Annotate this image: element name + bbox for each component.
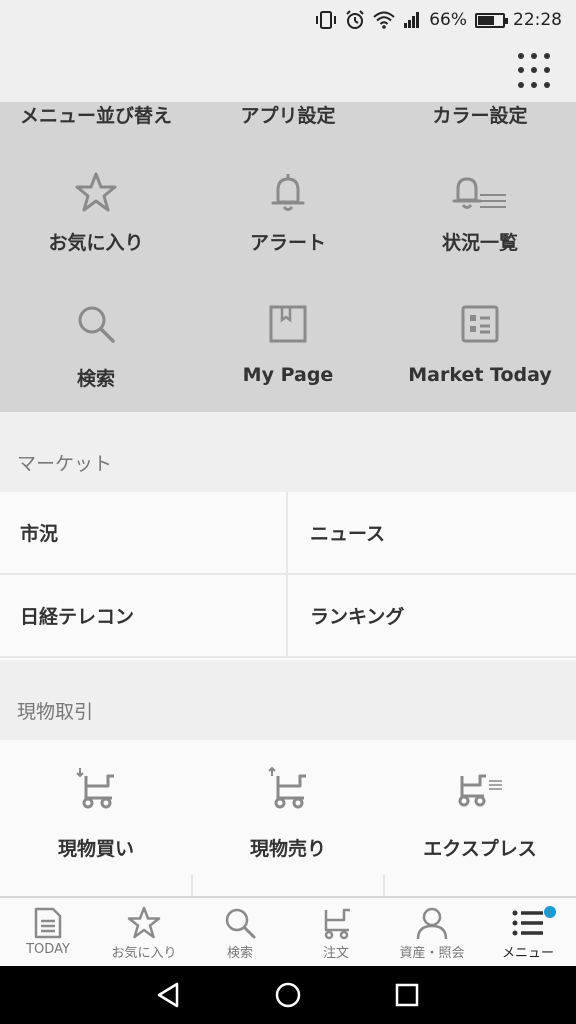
- panel-item-label: 検索: [76, 368, 115, 390]
- star-icon: [75, 172, 117, 212]
- panel-item-label: Market Today: [408, 364, 552, 386]
- person-icon: [416, 907, 448, 940]
- market-item-nikkei-telecom[interactable]: 日経テレコン: [0, 575, 288, 658]
- panel-item-alert[interactable]: アラート: [192, 132, 384, 268]
- panel-item-status-list[interactable]: 状況一覧: [384, 132, 576, 268]
- nav-assets[interactable]: 資産・照会: [384, 898, 480, 966]
- menu-list-icon: [512, 910, 543, 936]
- back-icon[interactable]: [155, 981, 183, 1009]
- bottom-nav: TODAY お気に入り 検索 注文 資産・照会 メニュー: [0, 896, 576, 966]
- market-item-ranking[interactable]: ランキング: [288, 575, 576, 658]
- settings-panel: メニュー並び替え アプリ設定 カラー設定 お気に入り アラート 状況一覧 検索 …: [0, 102, 576, 412]
- grid-menu-icon[interactable]: [518, 53, 554, 89]
- cart-sell-icon: [268, 766, 306, 809]
- panel-item-market-today[interactable]: Market Today: [384, 268, 576, 404]
- search-icon: [225, 908, 256, 939]
- clock: 22:28: [513, 10, 562, 30]
- search-icon: [78, 306, 115, 343]
- battery-percent: 66%: [429, 10, 467, 30]
- spot-trading-section-title: 現物取引: [0, 660, 576, 740]
- market-item-news[interactable]: ニュース: [288, 492, 576, 575]
- spot-sell-button[interactable]: 現物売り: [192, 740, 384, 896]
- bell-list-icon: [452, 177, 506, 209]
- market-grid: 市況 ニュース 日経テレコン ランキング: [0, 492, 576, 660]
- spot-item-label: エクスプレス: [423, 838, 537, 860]
- nav-label: 資産・照会: [399, 946, 465, 961]
- spot-buy-button[interactable]: 現物買い: [0, 740, 192, 896]
- signal-icon: [403, 11, 421, 29]
- nav-label: お気に入り: [111, 946, 177, 961]
- cart-express-icon: [458, 774, 502, 807]
- alarm-icon: [345, 10, 365, 30]
- panel-item-label: アラート: [249, 232, 326, 254]
- status-bar: 66% 22:28: [0, 0, 576, 40]
- spot-trading-grid: 現物買い 現物売り エクスプレス: [0, 740, 576, 896]
- notification-dot: [544, 906, 556, 918]
- panel-item-favorites[interactable]: お気に入り: [0, 132, 192, 268]
- today-document-icon: [34, 907, 62, 939]
- battery-icon: [475, 12, 508, 28]
- color-settings-link[interactable]: カラー設定: [384, 102, 576, 132]
- spot-grid-dividers: [0, 874, 576, 896]
- panel-item-label: お気に入り: [48, 232, 144, 254]
- cart-buy-icon: [76, 768, 114, 809]
- market-item-conditions[interactable]: 市況: [0, 492, 288, 575]
- nav-today[interactable]: TODAY: [0, 898, 96, 966]
- news-icon: [461, 305, 499, 343]
- nav-label: 検索: [226, 946, 253, 961]
- nav-menu[interactable]: メニュー: [480, 898, 576, 966]
- app-header: [0, 40, 576, 102]
- cart-icon: [324, 908, 350, 940]
- market-section-title: マーケット: [0, 412, 576, 492]
- nav-label: メニュー: [501, 946, 554, 961]
- nav-order[interactable]: 注文: [288, 898, 384, 966]
- home-icon[interactable]: [274, 981, 302, 1009]
- spot-item-label: 現物売り: [249, 838, 326, 860]
- nav-label: 注文: [322, 946, 349, 961]
- app-settings-link[interactable]: アプリ設定: [192, 102, 384, 132]
- star-icon: [127, 906, 161, 939]
- nav-label: TODAY: [26, 942, 70, 957]
- nav-search[interactable]: 検索: [192, 898, 288, 966]
- panel-item-label: 状況一覧: [441, 232, 518, 254]
- bookmark-page-icon: [269, 305, 307, 343]
- panel-item-my-page[interactable]: My Page: [192, 268, 384, 404]
- panel-item-search[interactable]: 検索: [0, 268, 192, 404]
- spot-item-label: 現物買い: [57, 838, 134, 860]
- wifi-icon: [373, 11, 395, 29]
- system-nav-bar: [0, 966, 576, 1024]
- recents-icon[interactable]: [393, 981, 421, 1009]
- bell-icon: [271, 174, 305, 211]
- menu-reorder-link[interactable]: メニュー並び替え: [0, 102, 192, 132]
- nav-favorites[interactable]: お気に入り: [96, 898, 192, 966]
- spot-express-button[interactable]: エクスプレス: [384, 740, 576, 896]
- vibrate-icon: [315, 10, 337, 30]
- panel-item-label: My Page: [242, 364, 334, 386]
